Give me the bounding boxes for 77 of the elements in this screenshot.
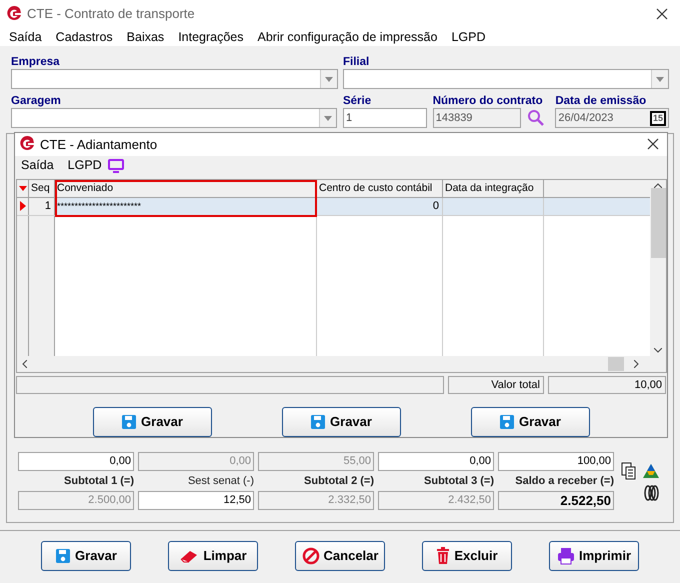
printer-icon — [556, 547, 575, 565]
field-label: Número do contrato — [432, 95, 543, 107]
amount-field[interactable]: 100,00 — [498, 452, 614, 471]
save-button[interactable]: Gravar — [92, 407, 212, 438]
field-label: Subtotal 3 (=) — [423, 474, 494, 489]
dropdown-field[interactable] — [11, 69, 338, 89]
input-field[interactable]: 1 — [342, 108, 427, 128]
input-field[interactable]: 143839 — [432, 108, 521, 128]
window-title: CTE - Contrato de transporte — [27, 5, 196, 24]
dropdown-field[interactable] — [343, 69, 669, 89]
scroll-right-icon[interactable] — [634, 360, 639, 368]
column-header[interactable]: Conveniado — [55, 180, 317, 197]
coil-icon[interactable] — [643, 484, 659, 502]
field-label: Garagem — [11, 95, 61, 107]
menu-item[interactable]: Abrir configuração de impressão — [258, 28, 438, 46]
caret-icon — [656, 76, 664, 82]
column-header[interactable]: Seq — [29, 180, 55, 197]
action-button[interactable]: Limpar — [168, 541, 258, 571]
documents-icon[interactable] — [621, 462, 637, 480]
field-label: Filial — [343, 56, 370, 68]
scroll-thumb[interactable] — [608, 357, 624, 372]
close-icon[interactable] — [647, 138, 659, 150]
total-value: 10,00 — [548, 376, 666, 394]
calendar-button[interactable]: 15 — [650, 110, 666, 126]
menu-item[interactable]: Integrações — [178, 28, 244, 46]
dropdown-button[interactable] — [320, 70, 337, 88]
trash-icon — [436, 547, 450, 565]
field-label: Saldo a receber (=) — [514, 474, 614, 489]
total-label: Valor total — [448, 376, 544, 394]
action-button[interactable]: Imprimir — [549, 541, 639, 571]
app-logo-icon — [6, 6, 22, 22]
action-button[interactable]: Cancelar — [295, 541, 385, 571]
amount-field[interactable]: 12,50 — [138, 491, 254, 510]
caret-icon — [325, 76, 333, 82]
field-label: Empresa — [11, 56, 60, 68]
amount-field[interactable]: 0,00 — [18, 452, 134, 471]
column-header[interactable]: Data da integração — [443, 180, 544, 197]
dropdown-button[interactable] — [651, 70, 668, 88]
scroll-left-icon[interactable] — [22, 360, 27, 368]
field-label: Série — [342, 95, 372, 107]
save-button[interactable]: Gravar — [282, 407, 400, 438]
menu-item[interactable]: Saída — [9, 28, 42, 46]
date-field[interactable]: 26/04/2023 15 — [555, 108, 669, 128]
dialog-title: CTE - Adiantamento — [40, 136, 158, 154]
menu-item[interactable]: Baixas — [126, 28, 164, 46]
eraser-icon — [179, 548, 200, 564]
search-icon[interactable] — [526, 109, 545, 127]
amount-field[interactable]: 0,00 — [378, 452, 494, 471]
menu-item[interactable]: Cadastros — [56, 28, 113, 46]
close-icon[interactable] — [656, 8, 668, 20]
horizontal-scrollbar[interactable] — [17, 356, 666, 372]
scroll-thumb[interactable] — [650, 188, 666, 258]
menu-item[interactable]: LGPD — [68, 156, 102, 176]
menu-item[interactable]: LGPD — [451, 28, 486, 46]
field-label: Subtotal 2 (=) — [303, 474, 374, 489]
table-cell: 0 — [317, 198, 443, 215]
app-logo-icon — [19, 136, 35, 152]
date-value: 26/04/2023 — [558, 110, 614, 126]
field-label: Data de emissão — [555, 95, 646, 107]
menu-item[interactable]: Saída — [21, 156, 54, 176]
field-label: Sest senat (-) — [186, 474, 254, 489]
save-button[interactable]: Gravar — [470, 407, 590, 438]
prohibited-icon — [302, 547, 320, 565]
caret-icon — [324, 116, 332, 120]
scroll-down-icon[interactable] — [654, 348, 662, 354]
row-pointer-icon — [20, 201, 26, 212]
field-label: Subtotal 1 (=) — [63, 474, 134, 489]
monitor-icon[interactable] — [108, 158, 124, 173]
dropdown-button[interactable] — [318, 109, 336, 127]
action-button[interactable]: Gravar — [41, 541, 131, 571]
action-button[interactable]: Excluir — [422, 541, 512, 571]
dropdown-field[interactable] — [11, 108, 337, 128]
table-cell: 1 — [29, 198, 55, 215]
column-header[interactable]: Centro de custo contábil — [317, 180, 443, 197]
triangle-icon[interactable] — [642, 463, 660, 479]
vertical-scrollbar[interactable] — [650, 180, 666, 356]
scroll-up-icon[interactable] — [654, 182, 662, 188]
